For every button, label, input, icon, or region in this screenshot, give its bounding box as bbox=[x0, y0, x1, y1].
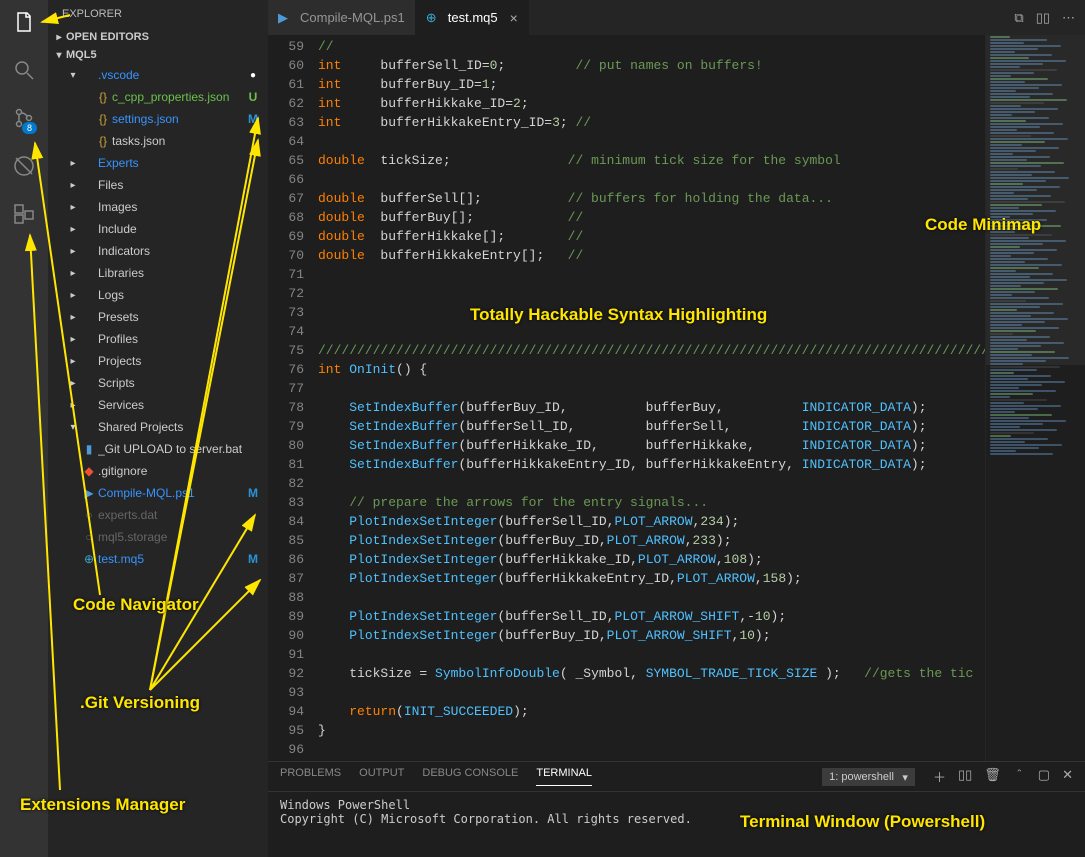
terminal-body[interactable]: Windows PowerShell Copyright (C) Microso… bbox=[268, 792, 1085, 857]
tree-item[interactable]: ▸Projects bbox=[48, 350, 268, 372]
split-terminal-icon[interactable]: ▯▯ bbox=[958, 767, 972, 786]
toggle-panel-icon[interactable]: ▢ bbox=[1038, 767, 1050, 786]
terminal-selector[interactable]: 1: powershell ▾ bbox=[822, 768, 915, 786]
tree-item[interactable]: ▸Include bbox=[48, 218, 268, 240]
kill-terminal-icon[interactable]: 🗑 bbox=[984, 767, 1001, 786]
tree-item[interactable]: ▶Compile-MQL.ps1M bbox=[48, 482, 268, 504]
explorer-icon[interactable] bbox=[10, 8, 38, 36]
tree-item[interactable]: ▸Scripts bbox=[48, 372, 268, 394]
debug-icon[interactable] bbox=[10, 152, 38, 180]
tab-actions: ⧉ ▯▯ ⋯ bbox=[1004, 0, 1085, 35]
tree-item[interactable]: {}c_cpp_properties.jsonU bbox=[48, 86, 268, 108]
tree-item[interactable]: ▸Images bbox=[48, 196, 268, 218]
tree-item[interactable]: ▸Indicators bbox=[48, 240, 268, 262]
tree-item[interactable]: ▮_Git UPLOAD to server.bat bbox=[48, 438, 268, 460]
panel: PROBLEMS OUTPUT DEBUG CONSOLE TERMINAL 1: p… bbox=[268, 761, 1085, 857]
extensions-icon[interactable] bbox=[10, 200, 38, 228]
split-icon[interactable]: ▯▯ bbox=[1036, 10, 1050, 26]
file-tree: ▾.vscode●{}c_cpp_properties.jsonU{}setti… bbox=[48, 64, 268, 857]
tab-bar: ▶Compile-MQL.ps1⊕test.mq5× ⧉ ▯▯ ⋯ bbox=[268, 0, 1085, 35]
editor-tab[interactable]: ⊕test.mq5× bbox=[416, 0, 529, 35]
tree-item[interactable]: ▸Presets bbox=[48, 306, 268, 328]
tree-item[interactable]: ○experts.dat bbox=[48, 504, 268, 526]
editor-tab[interactable]: ▶Compile-MQL.ps1 bbox=[268, 0, 416, 35]
minimap[interactable] bbox=[985, 35, 1085, 761]
sidebar: EXPLORER ▸OPEN EDITORS ▾MQL5 ▾.vscode●{}… bbox=[48, 0, 268, 857]
tree-item[interactable]: {}settings.jsonM bbox=[48, 108, 268, 130]
editor-area: ▶Compile-MQL.ps1⊕test.mq5× ⧉ ▯▯ ⋯ 596061… bbox=[268, 0, 1085, 857]
compare-icon[interactable]: ⧉ bbox=[1014, 10, 1023, 26]
git-badge: 8 bbox=[22, 122, 37, 134]
code-content[interactable]: //int bufferSell_ID=0; // put names on b… bbox=[318, 35, 985, 761]
tree-item[interactable]: ▸Experts bbox=[48, 152, 268, 174]
panel-tab[interactable]: TERMINAL bbox=[536, 767, 592, 786]
tree-item[interactable]: ▸Libraries bbox=[48, 262, 268, 284]
tree-item[interactable]: ⊕test.mq5M bbox=[48, 548, 268, 570]
panel-tab[interactable]: DEBUG CONSOLE bbox=[422, 767, 518, 786]
tree-item[interactable]: ▸Logs bbox=[48, 284, 268, 306]
panel-tabs: PROBLEMS OUTPUT DEBUG CONSOLE TERMINAL 1: p… bbox=[268, 762, 1085, 792]
code-editor[interactable]: 5960616263646566676869707172737475767778… bbox=[268, 35, 1085, 761]
search-icon[interactable] bbox=[10, 56, 38, 84]
tree-item[interactable]: ▸Profiles bbox=[48, 328, 268, 350]
panel-tab[interactable]: PROBLEMS bbox=[280, 767, 341, 786]
maximize-panel-icon[interactable]: ＾ bbox=[1013, 767, 1026, 786]
workspace-header[interactable]: ▾MQL5 bbox=[48, 46, 268, 64]
tree-item[interactable]: ▾Shared Projects bbox=[48, 416, 268, 438]
more-icon[interactable]: ⋯ bbox=[1062, 10, 1075, 26]
tree-item[interactable]: ○mql5.storage bbox=[48, 526, 268, 548]
close-tab-icon[interactable]: × bbox=[510, 10, 518, 26]
close-panel-icon[interactable]: ✕ bbox=[1062, 767, 1073, 786]
sidebar-title: EXPLORER bbox=[48, 0, 268, 28]
open-editors-header[interactable]: ▸OPEN EDITORS bbox=[48, 28, 268, 46]
activity-bar: 8 bbox=[0, 0, 48, 857]
panel-tab[interactable]: OUTPUT bbox=[359, 767, 404, 786]
tree-item[interactable]: ▸Files bbox=[48, 174, 268, 196]
tree-item[interactable]: {}tasks.json bbox=[48, 130, 268, 152]
tree-item[interactable]: ◆.gitignore bbox=[48, 460, 268, 482]
new-terminal-icon[interactable]: ＋ bbox=[933, 767, 946, 786]
tree-item[interactable]: ▸Services bbox=[48, 394, 268, 416]
line-gutter: 5960616263646566676869707172737475767778… bbox=[268, 35, 318, 761]
tree-item[interactable]: ▾.vscode● bbox=[48, 64, 268, 86]
git-icon[interactable]: 8 bbox=[10, 104, 38, 132]
